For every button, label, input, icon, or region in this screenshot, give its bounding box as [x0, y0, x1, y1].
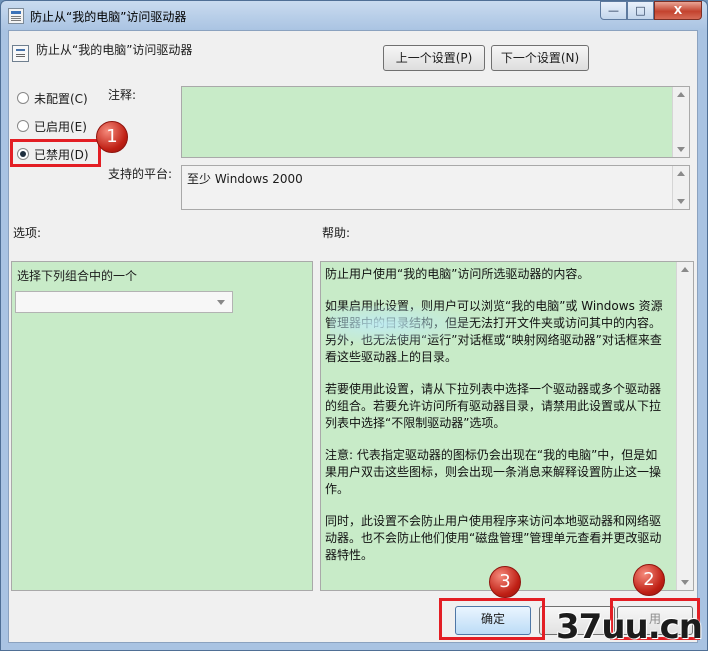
next-setting-button[interactable]: 下一个设置(N): [491, 45, 589, 71]
scroll-up-arrow-icon[interactable]: [677, 92, 685, 97]
scroll-down-arrow-icon[interactable]: [677, 147, 685, 152]
help-scrollbar[interactable]: [676, 262, 693, 590]
highlight-ok-button: [439, 598, 545, 640]
help-paragraph: 同时，此设置不会防止用户使用程序来访问本地驱动器和网络驱动器。也不会防止他们使用…: [325, 514, 662, 562]
close-button[interactable]: X: [654, 1, 702, 20]
annotation-badge-1: 1: [96, 121, 128, 153]
annotation-badge-2: 2: [633, 564, 665, 596]
site-watermark: 37uu.cn: [556, 607, 703, 647]
supported-platform-box: 至少 Windows 2000: [181, 165, 690, 210]
comment-textbox[interactable]: [181, 86, 690, 158]
title-bar[interactable]: 防止从“我的电脑”访问驱动器 — □ X: [1, 1, 707, 31]
help-paragraph: 防止用户使用“我的电脑”访问所选驱动器的内容。: [325, 267, 590, 281]
scroll-up-arrow-icon[interactable]: [681, 267, 689, 272]
enabled-label[interactable]: 已启用(E): [34, 118, 87, 135]
options-label: 选项:: [13, 226, 42, 240]
help-paragraph: 注意: 代表指定驱动器的图标仍会出现在“我的电脑”中，但是如果用户双击这些图标，…: [325, 448, 662, 496]
not-configured-label[interactable]: 未配置(C): [34, 90, 88, 107]
scroll-down-arrow-icon[interactable]: [677, 199, 685, 204]
policy-icon: [12, 45, 29, 62]
comment-scrollbar[interactable]: [672, 87, 689, 157]
platform-scrollbar[interactable]: [672, 166, 689, 209]
policy-name: 防止从“我的电脑”访问驱动器: [36, 43, 193, 57]
image-smudge: [330, 306, 480, 346]
maximize-button[interactable]: □: [627, 1, 654, 20]
highlight-disabled-option: [10, 139, 101, 167]
scroll-up-arrow-icon[interactable]: [677, 171, 685, 176]
comment-label: 注释:: [108, 88, 137, 102]
help-paragraph: 若要使用此设置，请从下拉列表中选择一个驱动器或多个驱动器的组合。若要允许访问所有…: [325, 382, 662, 430]
radio-not-configured[interactable]: [17, 92, 29, 104]
combo-label: 选择下列组合中的一个: [17, 269, 138, 283]
scroll-down-arrow-icon[interactable]: [681, 580, 689, 585]
previous-setting-button[interactable]: 上一个设置(P): [383, 45, 485, 71]
annotation-badge-3: 3: [489, 566, 521, 598]
drive-combo-box[interactable]: [15, 291, 233, 313]
policy-app-icon: [8, 8, 24, 24]
minimize-button[interactable]: —: [600, 1, 627, 20]
supported-platform-value: 至少 Windows 2000: [187, 172, 303, 186]
chevron-down-icon[interactable]: [217, 300, 225, 305]
supported-platform-label: 支持的平台:: [108, 167, 173, 181]
window-title: 防止从“我的电脑”访问驱动器: [30, 10, 187, 24]
radio-enabled[interactable]: [17, 120, 29, 132]
help-label: 帮助:: [322, 226, 351, 240]
